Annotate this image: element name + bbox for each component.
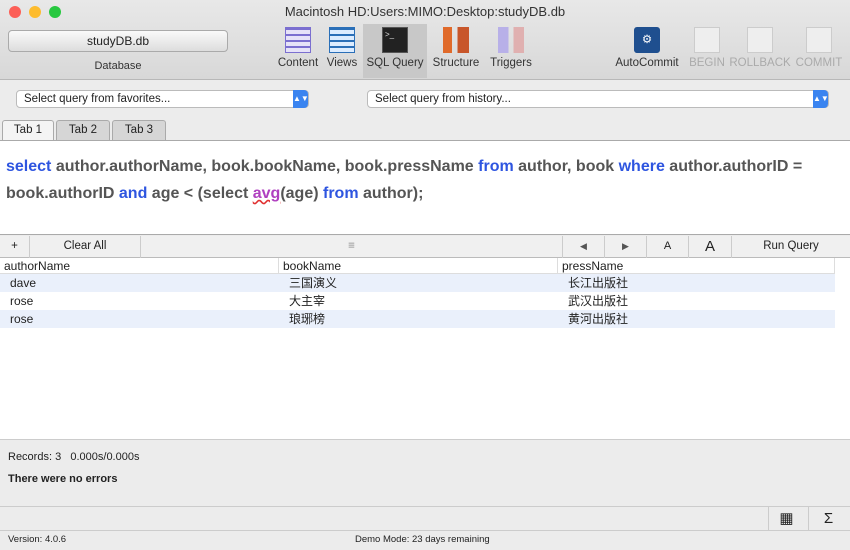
chevron-updown-icon: ▲▼ [813,90,829,108]
table-cell[interactable]: 长江出版社 [558,274,628,292]
run-query-button[interactable]: Run Query [732,236,850,258]
label: BEGIN [689,57,725,69]
font-larger-button[interactable]: A [689,236,732,258]
sql-editor[interactable]: select author.authorName, book.bookName,… [0,140,850,235]
database-selector[interactable]: studyDB.db [8,30,228,52]
views-button[interactable]: Views [323,24,361,78]
sql-token: where [618,158,665,175]
autocommit-button[interactable]: ⚙ AutoCommit [612,24,682,78]
label: SQL Query [366,57,424,69]
history-text: Select query from history... [375,93,511,105]
views-icon [329,27,355,53]
table-cell[interactable]: rose [0,310,33,328]
label: ROLLBACK [729,57,791,69]
forward-arrow-icon[interactable]: ▶ [605,236,647,258]
sql-token: select [6,158,52,175]
footer: Version: 4.0.6 Demo Mode: 23 days remain… [0,530,850,550]
table-cell[interactable]: 大主宰 [279,292,325,310]
sql-token: from [478,158,514,175]
table-icon [285,27,311,53]
sql-token: from [322,185,359,202]
table-cell[interactable]: 三国演义 [279,274,337,292]
error-status: There were no errors [8,473,118,485]
column-header[interactable]: bookName [279,258,558,274]
begin-icon [694,27,720,53]
rollback-button[interactable]: ROLLBACK [729,24,791,78]
sql-token: avg [252,185,281,202]
clear-all-button[interactable]: Clear All [30,236,141,258]
triggers-button[interactable]: Triggers [486,24,536,78]
table-row[interactable]: rose 琅琊榜 黄河出版社 [0,310,835,328]
grid-icon[interactable]: ▦ [768,507,804,531]
sigma-icon[interactable]: Σ [808,507,848,531]
demo-mode-text: Demo Mode: 23 days remaining [355,534,490,545]
table-cell[interactable]: 武汉出版社 [558,292,628,310]
favorites-select[interactable]: Select query from favorites... ▲▼ [16,90,309,108]
chevron-updown-icon: ▲▼ [293,90,309,108]
records-status: Records: 3 0.000s/0.000s [8,451,140,463]
triggers-icon [498,27,524,53]
sql-token: author); [358,185,424,202]
back-arrow-icon[interactable]: ◀ [563,236,605,258]
table-row[interactable]: dave 三国演义 长江出版社 [0,274,835,292]
label: AutoCommit [615,57,679,69]
sql-token: and [118,185,148,202]
history-select[interactable]: Select query from history... ▲▼ [367,90,829,108]
add-button[interactable]: + [0,236,30,258]
database-label: Database [94,60,142,72]
version-text: Version: 4.0.6 [8,534,67,545]
terminal-icon: >_ [382,27,408,53]
minimize-button[interactable] [29,6,41,18]
sql-token: author.authorName, book.bookName, book.p… [51,158,479,175]
table-cell[interactable]: dave [0,274,36,292]
tab-2[interactable]: Tab 2 [56,120,110,140]
label: Structure [432,57,480,69]
commit-icon [806,27,832,53]
begin-button[interactable]: BEGIN [686,24,728,78]
sql-token: age < (select [147,185,253,202]
label: Content [277,57,319,69]
window-title: Macintosh HD:Users:MIMO:Desktop:studyDB.… [284,4,566,19]
close-button[interactable] [9,6,21,18]
sql-token: author, book [513,158,619,175]
tab-1[interactable]: Tab 1 [2,120,54,140]
content-button[interactable]: Content [274,24,322,78]
bottom-bar: ▦ Σ [0,506,850,531]
font-smaller-button[interactable]: A [647,236,689,258]
column-header[interactable]: pressName [558,258,835,274]
tab-3[interactable]: Tab 3 [112,120,166,140]
label: COMMIT [795,57,843,69]
structure-button[interactable]: Structure [429,24,483,78]
autocommit-icon: ⚙ [634,27,660,53]
zoom-button[interactable] [49,6,61,18]
favorites-text: Select query from favorites... [24,93,171,105]
label: Triggers [490,57,532,69]
table-cell[interactable]: rose [0,292,33,310]
table-row[interactable]: rose 大主宰 武汉出版社 [0,292,835,310]
menu-icon[interactable]: ≡ [141,236,563,258]
sql-query-button[interactable]: >_ SQL Query [363,24,427,78]
results-toolbar: + Clear All ≡ ◀ ▶ A A Run Query [0,236,850,258]
results-table: authorName bookName pressName dave 三国演义 长江… [0,258,850,440]
commit-button[interactable]: COMMIT [794,24,844,78]
column-header[interactable]: authorName [0,258,279,274]
rollback-icon [747,27,773,53]
table-cell[interactable]: 琅琊榜 [279,310,325,328]
table-cell[interactable]: 黄河出版社 [558,310,628,328]
label: Views [326,57,358,69]
sql-token: (age) [280,185,323,202]
structure-icon [443,27,469,53]
